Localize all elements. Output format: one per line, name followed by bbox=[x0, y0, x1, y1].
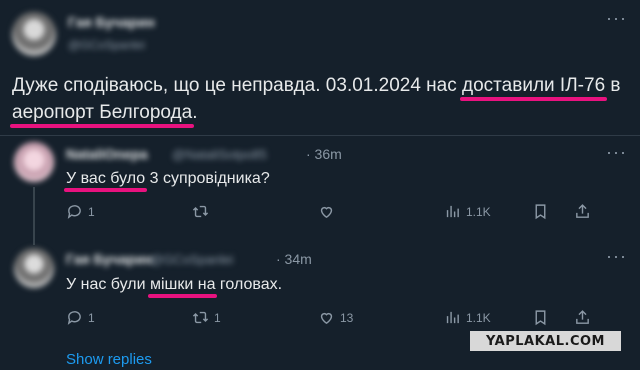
heart-icon bbox=[320, 312, 333, 325]
share-icon bbox=[576, 310, 589, 324]
highlighted-text: У вас було bbox=[66, 170, 146, 187]
reply-count: 1 bbox=[88, 204, 95, 219]
reply-author-avatar[interactable] bbox=[14, 142, 54, 182]
reply-author-avatar[interactable] bbox=[14, 248, 54, 288]
highlighted-text: доставили ІЛ-76 bbox=[462, 75, 606, 96]
views-chart-icon bbox=[446, 311, 459, 324]
views-button[interactable]: 1.1K bbox=[444, 309, 491, 326]
repost-icon bbox=[192, 311, 209, 324]
views-count: 1.1K bbox=[466, 204, 491, 219]
reply-text-part: У нас були bbox=[66, 276, 150, 293]
reply-author-handle[interactable]: @GCoSpanlei bbox=[150, 252, 233, 267]
bookmark-button[interactable] bbox=[532, 309, 549, 326]
share-button[interactable] bbox=[574, 203, 591, 220]
main-text-part: . bbox=[192, 102, 198, 123]
reply-text-part: головах. bbox=[215, 276, 283, 293]
like-button[interactable] bbox=[318, 203, 340, 220]
heart-icon bbox=[320, 206, 333, 219]
reply-author-name[interactable]: Гая Бучарин bbox=[66, 251, 153, 267]
main-author-avatar[interactable] bbox=[12, 12, 56, 56]
main-text-part: в bbox=[605, 75, 621, 96]
reply-action-bar: 1 1.1K bbox=[66, 203, 606, 225]
main-author-name[interactable]: Гая Бучарин bbox=[68, 14, 155, 30]
main-text-part: Дуже сподіваюсь, що це неправда. 03.01.2… bbox=[12, 75, 463, 96]
repost-count: 1 bbox=[214, 310, 221, 325]
highlighted-text: аеропорт Белгорода bbox=[12, 102, 193, 123]
watermark-badge: YAPLAKAL.COM bbox=[470, 331, 621, 351]
bookmark-button[interactable] bbox=[532, 203, 549, 220]
comment-icon bbox=[67, 311, 81, 325]
reply-text: У вас було 3 супровідника? bbox=[66, 170, 270, 188]
repost-icon bbox=[192, 205, 209, 218]
views-count: 1.1K bbox=[466, 310, 491, 325]
reply-timestamp[interactable]: · 36m bbox=[306, 146, 342, 162]
reply-timestamp[interactable]: · 34m bbox=[276, 251, 312, 267]
like-count: 13 bbox=[340, 310, 354, 325]
views-button[interactable]: 1.1K bbox=[444, 203, 491, 220]
bookmark-icon bbox=[535, 310, 546, 326]
divider bbox=[0, 135, 640, 136]
reply-author-handle[interactable]: @NataliSotpo85 bbox=[172, 147, 267, 162]
share-icon bbox=[576, 204, 589, 218]
reply-button[interactable]: 1 bbox=[66, 309, 95, 326]
show-replies-link[interactable]: Show replies bbox=[66, 351, 152, 368]
more-options-icon[interactable]: ··· bbox=[606, 142, 627, 163]
more-options-icon[interactable]: ··· bbox=[606, 8, 627, 29]
highlighted-text: мішки на bbox=[149, 276, 216, 293]
more-options-icon[interactable]: ··· bbox=[606, 246, 627, 267]
reply-action-bar: 1 1 13 1.1K bbox=[66, 309, 606, 331]
like-button[interactable]: 13 bbox=[318, 309, 353, 326]
repost-button[interactable] bbox=[192, 203, 214, 220]
views-chart-icon bbox=[446, 205, 459, 218]
repost-button[interactable]: 1 bbox=[192, 309, 221, 326]
comment-icon bbox=[67, 205, 81, 219]
reply-author-name[interactable]: NataliOnepa bbox=[66, 146, 148, 162]
thread-connector-line bbox=[33, 187, 35, 245]
reply-button[interactable]: 1 bbox=[66, 203, 95, 220]
reply-count: 1 bbox=[88, 310, 95, 325]
reply-text: У нас були мішки на головах. bbox=[66, 276, 282, 294]
share-button[interactable] bbox=[574, 309, 591, 326]
main-author-handle[interactable]: @GCoSpanlei bbox=[68, 38, 145, 52]
main-tweet-text: Дуже сподіваюсь, що це неправда. 03.01.2… bbox=[12, 72, 622, 126]
reply-text-part: 3 супровідника? bbox=[145, 170, 270, 187]
bookmark-icon bbox=[535, 204, 546, 220]
